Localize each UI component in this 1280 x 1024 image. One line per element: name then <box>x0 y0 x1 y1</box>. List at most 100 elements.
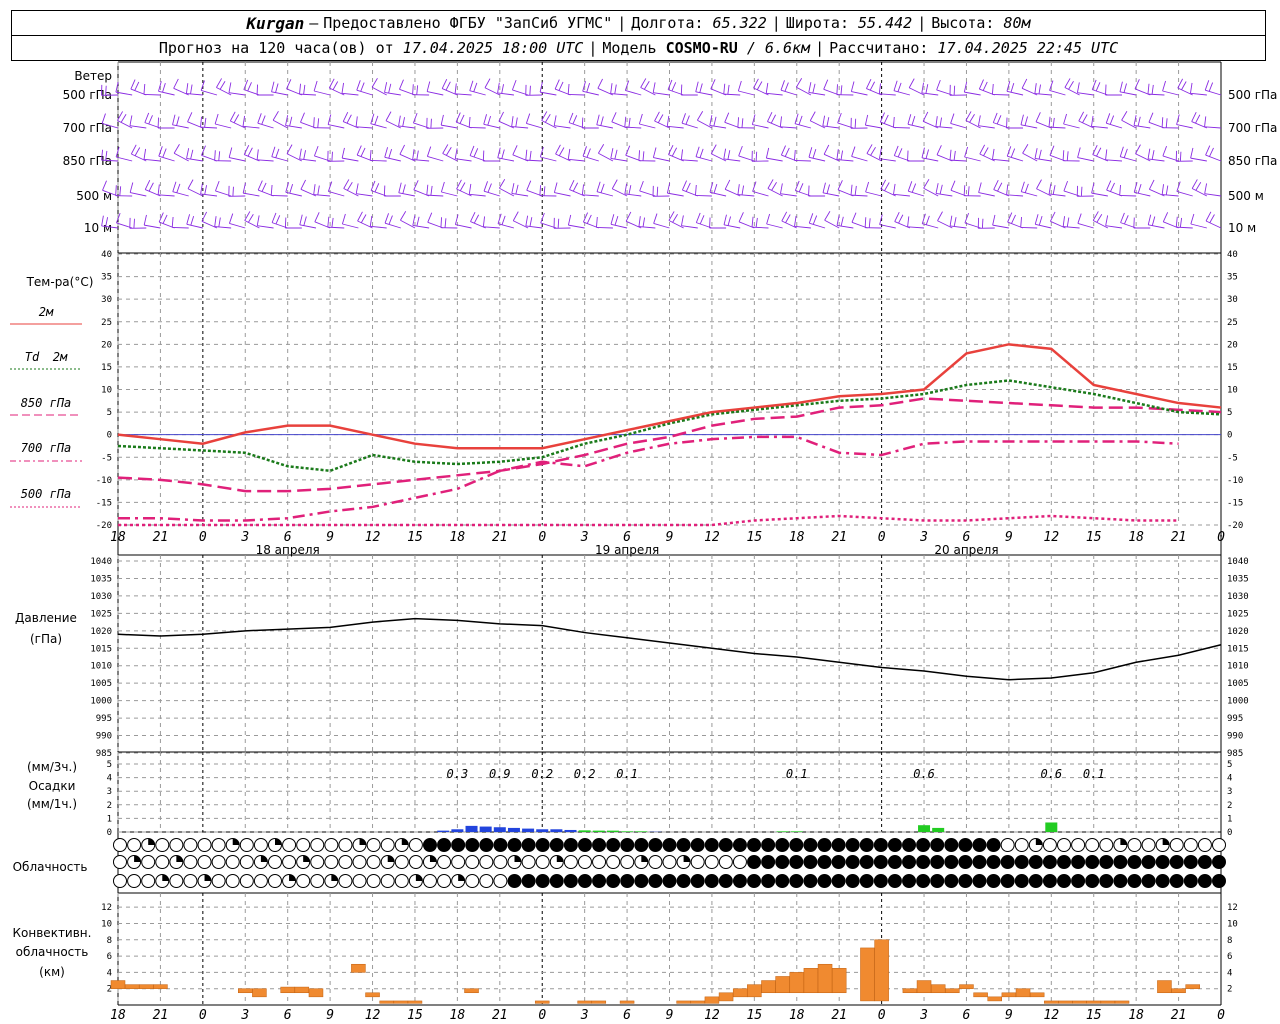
wind-barb-shaft <box>809 222 826 229</box>
hour-tick-label-bottom: 9 <box>1005 1008 1013 1023</box>
cloud-cover-circle <box>1197 838 1212 852</box>
wind-barb-flag <box>723 83 726 95</box>
wind-barb <box>893 80 911 96</box>
cloud-cover-circle <box>873 838 888 852</box>
wind-barb <box>426 81 444 96</box>
wind-barb <box>200 80 218 96</box>
wind-barb-shaft <box>314 90 331 96</box>
wind-barb-shaft <box>214 160 232 162</box>
conv-bar <box>973 992 988 998</box>
precip-bar <box>451 829 464 832</box>
precip-3h-label: 0.6 <box>913 767 935 781</box>
wind-barb <box>384 147 401 162</box>
wind-barb-flag <box>1120 212 1125 223</box>
wind-barb <box>936 145 953 162</box>
cloud-cover-circle <box>338 855 353 869</box>
wind-barb-flag <box>426 81 431 92</box>
conv-bar <box>1029 992 1045 998</box>
wind-barb-flag <box>1147 148 1151 160</box>
wind-barb-shaft <box>455 224 472 229</box>
wind-barb-shaft <box>525 94 543 96</box>
wind-barb-flag <box>713 184 718 194</box>
wind-barb-flag <box>172 114 176 125</box>
wind-barb-shaft <box>850 194 868 197</box>
wind-barb-shaft <box>737 194 755 197</box>
cloud-cover-quarter <box>232 838 240 845</box>
wind-barb <box>1091 182 1108 197</box>
wind-barb-flag <box>360 214 367 223</box>
wind-barb-flag <box>680 149 683 160</box>
wind-barb-flag <box>911 116 916 126</box>
wind-barb <box>653 213 670 229</box>
wind-barb-flag <box>271 146 276 157</box>
wind-barb-flag <box>216 78 223 88</box>
wind-barb <box>341 147 359 162</box>
wind-barb-flag <box>487 116 492 126</box>
wind-barb-flag <box>894 211 900 222</box>
wind-barb <box>695 81 713 96</box>
wind-barb-flag <box>1078 111 1085 122</box>
wind-barb-flag <box>228 147 233 158</box>
cloud-cover-circle <box>1113 855 1128 869</box>
wind-barb-shaft <box>907 226 925 229</box>
wind-barb <box>1020 181 1038 197</box>
wind-barb-flag <box>600 183 605 193</box>
wind-barb-shaft <box>384 156 401 162</box>
wind-barb-shaft <box>865 124 882 129</box>
precip-bar <box>550 829 563 832</box>
temp-tick-label: 10 <box>101 386 112 396</box>
wind-barb-flag <box>247 82 252 92</box>
wind-barb-shaft <box>1063 226 1080 229</box>
hour-tick-label: 21 <box>492 530 508 545</box>
wind-barb-flag <box>964 146 969 158</box>
wind-barb-flag <box>1092 144 1098 155</box>
wind-barb-flag <box>257 180 263 191</box>
wind-barb-shaft <box>568 158 585 162</box>
pressure-tick-label: 1025 <box>1227 609 1249 619</box>
wind-barb-flag <box>444 218 447 228</box>
pressure-tick-label: 1025 <box>90 609 112 619</box>
wind-barb-flag <box>1151 84 1154 95</box>
wind-barb-flag <box>1052 185 1056 195</box>
wind-barb <box>751 150 769 162</box>
wind-barb <box>469 145 486 162</box>
conv-bar <box>690 1000 706 1004</box>
wind-barb <box>369 149 387 162</box>
hour-tick-label: 0 <box>538 530 546 545</box>
cloud-cover-circle <box>958 855 973 869</box>
wind-barb-shaft <box>723 224 741 229</box>
wind-barb-shaft <box>681 122 698 129</box>
precip-bar <box>507 827 520 832</box>
wind-barb-flag <box>261 115 266 125</box>
wind-barb-flag <box>501 149 505 159</box>
conv-tick-label: 2 <box>1227 985 1232 995</box>
wind-barb-shaft <box>483 190 500 197</box>
hour-tick-label: 3 <box>919 530 928 545</box>
wind-barb <box>950 180 967 197</box>
cloud-cover-circle <box>352 855 367 869</box>
temp-tick-label: -10 <box>1227 476 1243 486</box>
wind-barb-shaft <box>186 93 203 96</box>
wind-barb-shaft <box>978 227 995 229</box>
wind-barb-shaft <box>865 227 882 229</box>
wind-barb-flag <box>840 150 844 160</box>
conv-bar <box>916 980 932 994</box>
cloud-cover-quarter <box>204 874 212 881</box>
cloud-cover-circle <box>1042 855 1057 869</box>
wind-barb <box>228 147 246 162</box>
wind-barb <box>271 212 288 229</box>
wind-barb-flag <box>1035 112 1041 123</box>
hour-tick-label: 3 <box>240 530 249 545</box>
cloud-cover-quarter <box>415 874 423 881</box>
cloud-cover-circle <box>775 855 790 869</box>
conv-title-1: Конвективн. <box>13 926 92 940</box>
cloud-cover-circle <box>1014 874 1029 888</box>
cloud-cover-circle <box>324 838 339 852</box>
wind-level-label-right: 10 м <box>1228 221 1256 235</box>
wind-barb-flag <box>158 146 163 157</box>
precip-tick-label: 2 <box>107 801 112 811</box>
conv-bar <box>1114 1000 1130 1004</box>
wind-barb <box>695 146 713 162</box>
wind-barb <box>412 112 430 129</box>
wind-level-label: 10 м <box>84 221 112 235</box>
